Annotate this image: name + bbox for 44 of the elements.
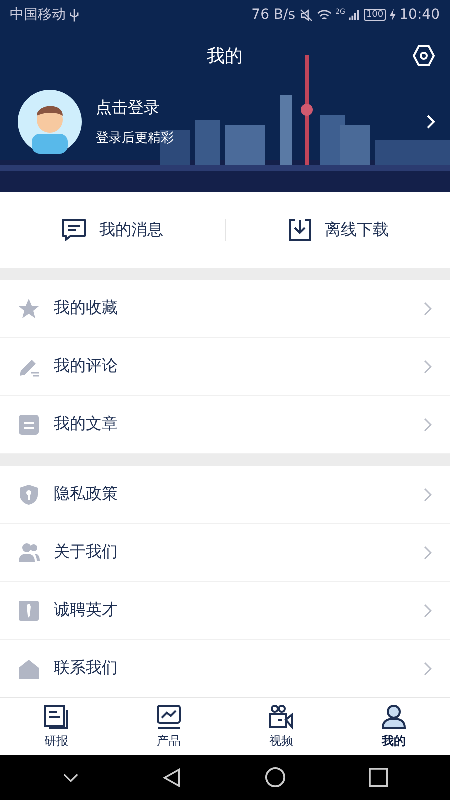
recent-apps-icon[interactable]	[369, 768, 388, 787]
chart-icon	[156, 704, 182, 730]
menu-item[interactable]: 我的评论	[0, 338, 450, 396]
menu-item[interactable]: 我的收藏	[0, 280, 450, 338]
home-icon[interactable]	[264, 767, 286, 788]
login-link[interactable]: 点击登录	[96, 98, 160, 118]
people-icon	[18, 542, 40, 564]
tie-icon	[18, 600, 40, 622]
page-title: 我的	[207, 45, 243, 68]
back-icon[interactable]	[163, 768, 182, 788]
menu-item[interactable]: 我的文章	[0, 396, 450, 454]
menu-item[interactable]: 诚聘英才	[0, 582, 450, 640]
document-icon	[18, 414, 40, 436]
login-hint: 登录后更精彩	[96, 130, 174, 146]
menu-item[interactable]: 隐私政策	[0, 466, 450, 524]
network-speed: 76 B/s	[252, 7, 296, 23]
chevron-right-icon	[424, 360, 432, 374]
chevron-right-icon	[424, 662, 432, 676]
chat-icon	[61, 217, 88, 243]
usb-icon	[70, 8, 79, 22]
menu-item[interactable]: 关于我们	[0, 524, 450, 582]
wifi-icon	[316, 8, 332, 22]
battery-level: 100	[364, 9, 386, 21]
chevron-right-icon	[424, 546, 432, 560]
download-icon	[286, 217, 313, 243]
clock-time: 10:40	[400, 7, 440, 23]
chevron-right-icon	[424, 418, 432, 432]
chevron-right-icon	[424, 488, 432, 502]
shield-icon	[18, 484, 40, 506]
mute-icon	[300, 8, 313, 22]
chevron-right-icon[interactable]	[426, 114, 436, 130]
carrier-name: 中国移动	[10, 6, 66, 24]
charging-icon	[390, 9, 396, 21]
person-icon	[380, 704, 407, 730]
collapse-icon[interactable]	[62, 772, 80, 782]
signal-icon	[349, 9, 360, 21]
star-icon	[18, 298, 40, 320]
house-icon	[18, 658, 40, 680]
avatar-icon[interactable]	[18, 90, 82, 154]
video-camera-icon	[268, 704, 294, 730]
chevron-right-icon	[424, 604, 432, 618]
chevron-right-icon	[424, 302, 432, 316]
document-icon	[43, 704, 70, 730]
settings-icon[interactable]	[412, 44, 436, 68]
